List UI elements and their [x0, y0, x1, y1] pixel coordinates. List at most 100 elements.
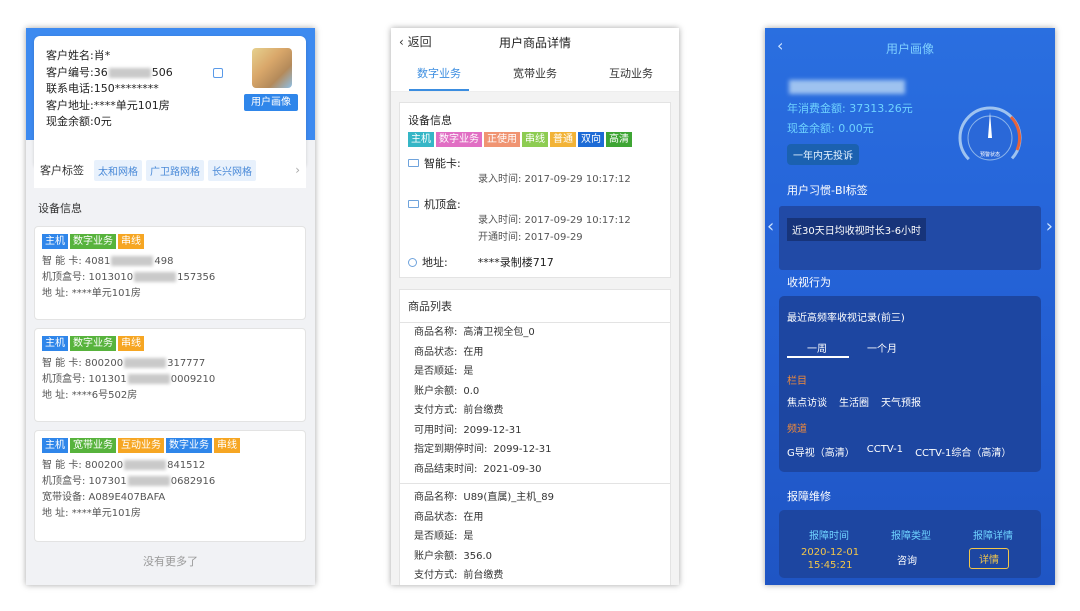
repair-type: 咨询: [897, 556, 917, 567]
status-badge: 串线: [214, 438, 240, 453]
column-item: 天气预报: [881, 398, 921, 409]
goods-list-title: 商品列表: [400, 290, 670, 323]
device-field: 机顶盒号: 107301 0682916: [42, 474, 298, 490]
divider: [400, 483, 670, 484]
channel-item: G导视（高清）: [787, 448, 855, 459]
goods-list-box: 商品列表 商品名称: 高清卫视全包_0 商品状态: 在用 是否顺延: 是账户余额: 0.0 支…: [399, 289, 671, 585]
annual-spend: 年消费金额: 37313.26元: [787, 102, 913, 115]
chevron-right-icon[interactable]: ›: [295, 163, 300, 177]
device-field: 机顶盒号: 101301 0009210: [42, 372, 298, 388]
field-label: 账户余额:: [414, 550, 458, 562]
device-section-title: 设备信息: [38, 202, 82, 215]
repair-header-detail: 报障详情: [973, 531, 1013, 542]
goods-field: 商品结束时间: 2021-09-30: [400, 460, 670, 480]
habit-tag: 近30天日均收视时长3-6小时: [787, 218, 927, 241]
device-badges: 主机 数字业务 串线: [42, 336, 298, 351]
field-label: 商品状态:: [414, 511, 458, 523]
tag-chip[interactable]: 长兴网格: [208, 159, 256, 181]
status-badge: 正使用: [484, 132, 520, 147]
tag-chip[interactable]: 广卫路网格: [146, 159, 204, 181]
masked-value: [124, 358, 167, 368]
field-label: 地 址:: [42, 508, 69, 519]
tags-label: 客户标签: [40, 164, 84, 177]
repair-detail-button[interactable]: 详情: [969, 548, 1009, 569]
status-badge: 宽带业务: [70, 438, 116, 453]
column-item: 焦点访谈: [787, 398, 827, 409]
field-label: 智 能 卡:: [42, 460, 82, 471]
chevron-right-icon[interactable]: ›: [1046, 216, 1053, 237]
status-badge: 串线: [522, 132, 548, 147]
field-value: 317777: [167, 358, 206, 369]
field-value: 1013010: [85, 272, 134, 283]
channel-list: G导视（高清） CCTV-1 CCTV-1综合（高清）: [787, 444, 1011, 459]
field-value: 157356: [177, 272, 216, 283]
goods-field: 商品状态: 在用: [400, 508, 670, 528]
device-card[interactable]: 主机 宽带业务 互动业务 数字业务 串线智 能 卡: 800200 841512 机顶盒号:…: [34, 430, 306, 542]
field-value: 是: [463, 366, 474, 377]
smartcard-entry-time: 录入时间: 2017-09-29 10:17:12: [478, 174, 631, 185]
status-badge: 双向: [578, 132, 604, 147]
column-list: 焦点访谈 生活圈 天气预报: [787, 394, 921, 409]
status-badge: 主机: [42, 234, 68, 249]
field-label: 地 址:: [42, 390, 69, 401]
location-icon: [408, 257, 417, 267]
goods-field: 商品状态: 在用: [400, 343, 670, 363]
goods-field: 指定到期停时间: 2099-12-31: [400, 440, 670, 460]
status-badge: 主机: [42, 336, 68, 351]
device-field: 智 能 卡: 4081 498: [42, 254, 298, 270]
field-label: 地 址:: [42, 288, 69, 299]
goods-field: 商品名称: U89(直属)_主机_89: [400, 488, 670, 508]
field-label: 商品名称:: [414, 492, 458, 503]
customer-card: 客户姓名:肖* 客户编号:36 506 联系电话:150******** 客户地址…: [34, 36, 306, 168]
field-value: ****6号502房: [68, 390, 138, 401]
field-value: U89(直属)_主机_89: [463, 492, 554, 503]
copy-icon[interactable]: [212, 67, 223, 78]
channel-item: CCTV-1: [866, 444, 904, 455]
tab-week[interactable]: 一周: [807, 340, 827, 355]
field-value: 800200: [81, 358, 124, 369]
masked-value: [111, 256, 154, 266]
active-tab-underline: [787, 356, 849, 358]
nav-bar: ‹ 返回 用户商品详情: [391, 28, 679, 54]
goods-field: 账户余额: 356.0: [400, 547, 670, 567]
status-badge: 互动业务: [118, 438, 164, 453]
habit-title: 用户习惯-BI标签: [787, 184, 868, 197]
customer-cash-row: 现金余额:0元: [46, 115, 112, 128]
device-field: 地 址: ****单元101房: [42, 286, 298, 302]
field-value: 107301: [85, 476, 127, 487]
stb-row: 机顶盒:: [400, 196, 670, 212]
field-value: 2099-12-31: [493, 444, 552, 455]
tag-chip[interactable]: 太和网格: [94, 159, 142, 181]
device-card[interactable]: 主机 数字业务 串线智 能 卡: 800200 317777 机顶盒号: 101301 0…: [34, 328, 306, 422]
tab-interactive[interactable]: 互动业务: [605, 55, 657, 91]
masked-value: [127, 374, 170, 384]
user-portrait-button[interactable]: 用户画像: [244, 94, 298, 111]
field-value: 101301: [85, 374, 127, 385]
device-field: 智 能 卡: 800200 841512: [42, 458, 298, 474]
repair-title: 报障维修: [787, 490, 831, 503]
tab-broadband[interactable]: 宽带业务: [509, 55, 561, 91]
status-badge: 串线: [118, 234, 144, 249]
field-value: 2021-09-30: [483, 463, 542, 475]
device-card[interactable]: 主机 数字业务 串线智 能 卡: 4081 498 机顶盒号: 1013010 15735…: [34, 226, 306, 320]
no-complaint-badge: 一年内无投诉: [787, 144, 859, 165]
repair-header-type: 报障类型: [891, 531, 931, 542]
status-badge: 串线: [118, 336, 144, 351]
field-label: 机顶盒号:: [42, 476, 86, 487]
device-info-title: 设备信息: [408, 114, 452, 127]
field-value: 高清卫视全包_0: [463, 327, 535, 338]
watch-title: 收视行为: [787, 276, 831, 289]
stb-open-time: 开通时间: 2017-09-29: [478, 232, 583, 243]
tab-bar: 数字业务 宽带业务 互动业务: [391, 54, 679, 92]
field-label: 是否顺延:: [414, 366, 458, 377]
field-label: 智 能 卡:: [42, 256, 82, 267]
repair-datetime: 2020-12-01 15:45:21: [801, 547, 860, 571]
field-value: 在用: [463, 511, 484, 523]
field-label: 指定到期停时间:: [414, 444, 488, 455]
masked-user-name: [789, 80, 905, 94]
tab-digital[interactable]: 数字业务: [409, 55, 469, 91]
goods-field: 是否顺延: 是: [400, 362, 670, 382]
tab-month[interactable]: 一个月: [867, 340, 897, 355]
status-badge: 主机: [42, 438, 68, 453]
chevron-left-icon[interactable]: ‹: [767, 216, 774, 237]
